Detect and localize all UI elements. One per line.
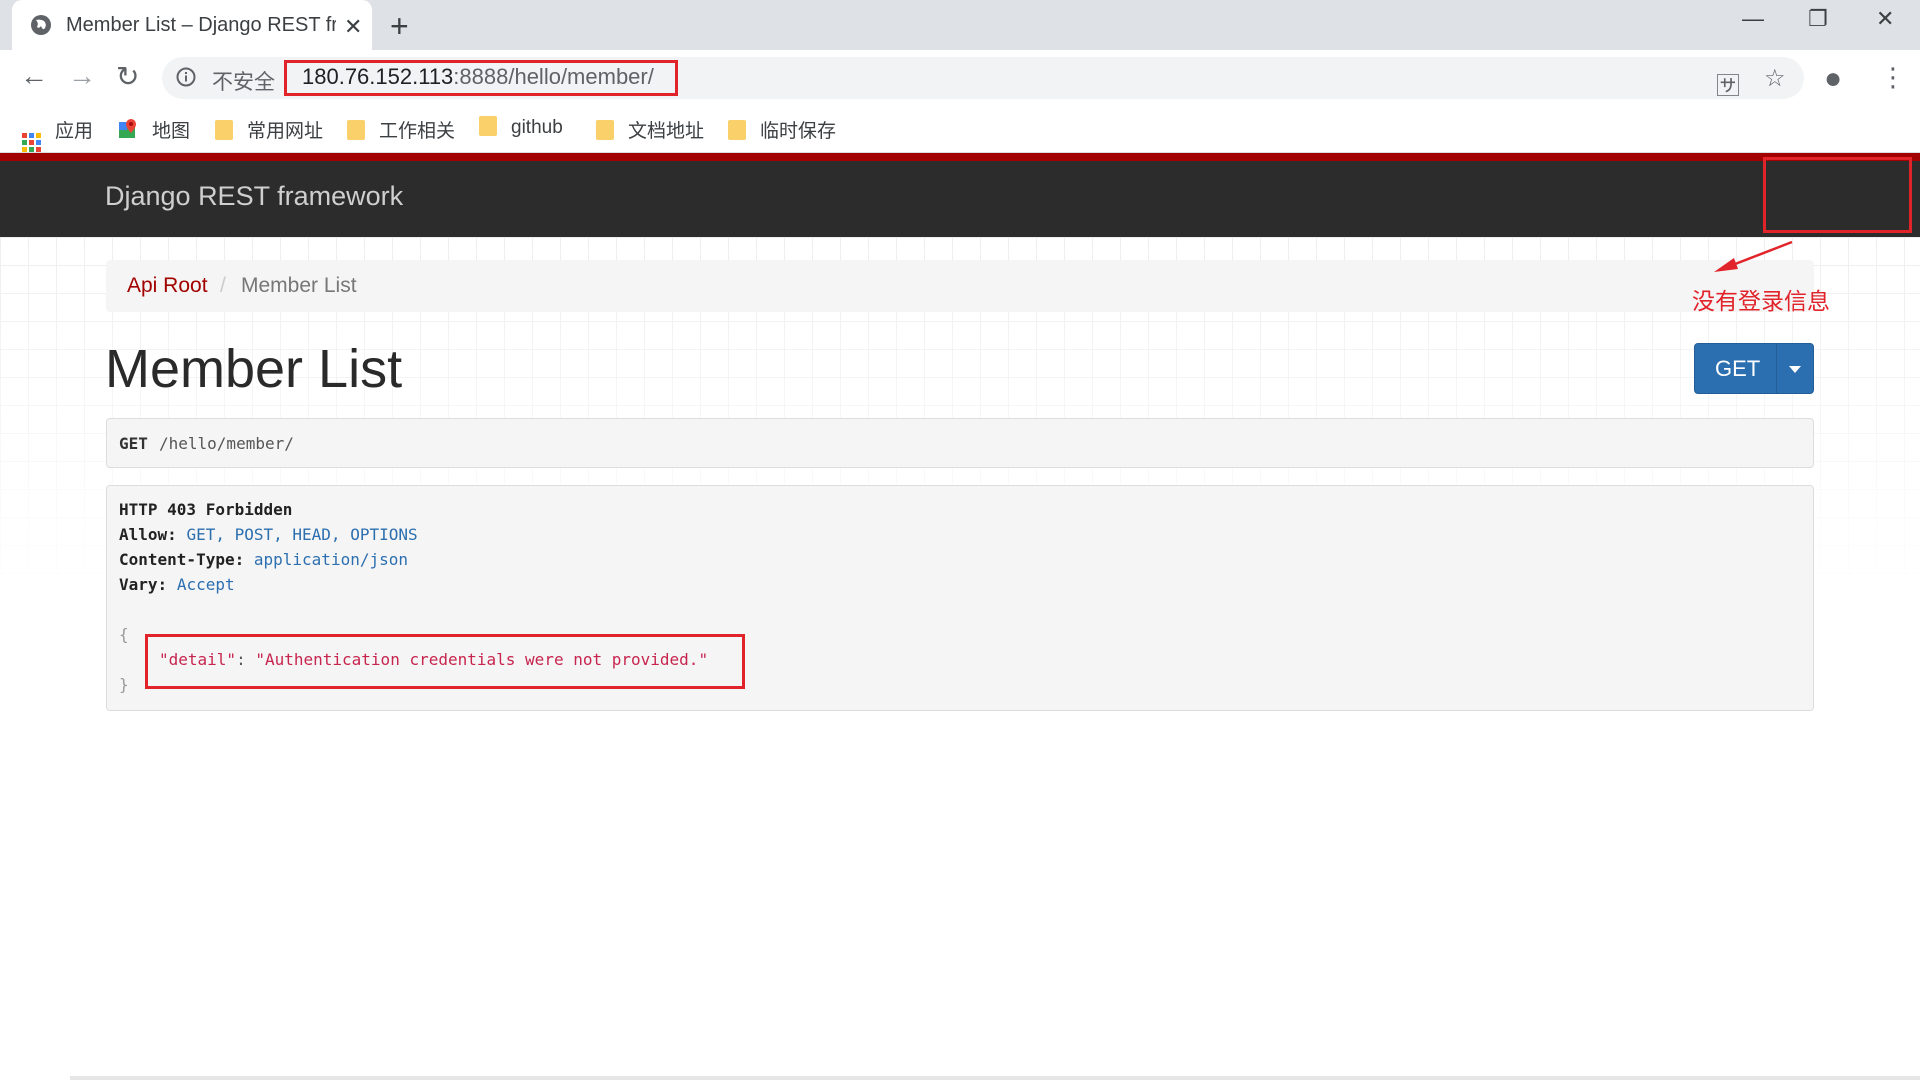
minimize-icon[interactable]: — — [1742, 6, 1764, 32]
request-path: /hello/member/ — [159, 434, 294, 453]
reload-icon[interactable]: ↻ — [116, 60, 139, 93]
bookmark-label: github — [511, 117, 563, 138]
folder-icon — [479, 116, 497, 136]
url-text[interactable]: 180.76.152.113:8888/hello/member/ — [302, 64, 654, 90]
breadcrumb-current: Member List — [241, 274, 357, 297]
bookmark-label: 临时保存 — [760, 121, 837, 142]
header-line: Allow: GET, POST, HEAD, OPTIONS — [119, 525, 418, 544]
new-tab-icon[interactable]: + — [390, 8, 409, 45]
url-host: 180.76.152.113 — [302, 64, 454, 89]
bookmarks-bar: 应用 地图 常用网址 工作相关 github 文档地址 临时保存 — [0, 108, 1920, 153]
detail-highlight-box — [145, 634, 745, 689]
annotation-note: 没有登录信息 — [1692, 289, 1830, 315]
open-brace: { — [119, 625, 129, 644]
bookmark-folder[interactable]: 常用网址 — [215, 116, 323, 144]
page-title: Member List — [105, 339, 403, 399]
response-status: HTTP 403 Forbidden — [119, 500, 292, 519]
bookmark-folder[interactable]: 文档地址 — [596, 116, 704, 144]
navbar: Django REST framework — [0, 161, 1920, 237]
get-button-label: GET — [1715, 356, 1761, 381]
horizontal-scrollbar[interactable] — [70, 1076, 1920, 1080]
tab-title: Member List – Django REST framework — [66, 14, 336, 36]
window-close-icon[interactable]: ✕ — [1876, 6, 1894, 32]
folder-icon — [215, 120, 233, 140]
login-area-highlight-box — [1763, 157, 1912, 233]
breadcrumb: Api Root / Member List — [106, 260, 1814, 312]
get-button[interactable]: GET — [1694, 343, 1814, 394]
folder-icon — [728, 120, 746, 140]
header-value: application/json — [253, 550, 408, 569]
request-method: GET — [119, 434, 148, 453]
header-value: Accept — [176, 575, 235, 594]
caret-down-icon[interactable] — [1789, 366, 1801, 373]
header-line: Content-Type: application/json — [119, 550, 408, 569]
breadcrumb-api-root[interactable]: Api Root — [127, 274, 208, 298]
header-value: GET, POST, HEAD, OPTIONS — [186, 525, 418, 544]
bookmark-folder[interactable]: github — [479, 116, 563, 144]
bookmark-folder[interactable]: 临时保存 — [728, 116, 836, 144]
header-name: Vary: — [119, 575, 168, 594]
bookmark-label: 地图 — [152, 121, 191, 142]
folder-icon — [347, 120, 365, 140]
breadcrumb-separator: / — [220, 274, 226, 297]
security-label: 不安全 — [212, 71, 275, 94]
bookmark-label: 文档地址 — [628, 121, 705, 142]
bookmark-star-icon[interactable]: ☆ — [1764, 64, 1786, 93]
tab-strip: Member List – Django REST framework ✕ + … — [0, 0, 1920, 50]
maps-icon — [119, 119, 136, 138]
apps-icon — [22, 133, 41, 152]
folder-icon — [596, 120, 614, 140]
browser-tab[interactable]: Member List – Django REST framework ✕ — [12, 0, 372, 50]
close-brace: } — [119, 675, 129, 694]
bookmark-label: 应用 — [55, 121, 94, 142]
menu-icon[interactable]: ⋮ — [1880, 62, 1906, 93]
bookmark-folder[interactable]: 工作相关 — [347, 116, 455, 144]
bookmark-label: 常用网址 — [247, 121, 324, 142]
annotation-arrow-icon — [1714, 240, 1793, 272]
header-name: Content-Type: — [119, 550, 245, 569]
header-line: Vary: Accept — [119, 575, 235, 594]
forward-icon[interactable]: → — [68, 60, 96, 92]
restore-icon[interactable]: ❐ — [1808, 6, 1828, 32]
translate-icon[interactable]: 🈂 — [1716, 66, 1740, 101]
status-line: HTTP 403 Forbidden — [119, 500, 293, 519]
close-tab-icon[interactable]: ✕ — [344, 14, 362, 40]
url-path: :8888/hello/member/ — [453, 64, 654, 89]
button-divider — [1776, 344, 1777, 393]
info-icon[interactable] — [176, 67, 196, 87]
bookmark-apps[interactable]: 应用 — [22, 116, 94, 152]
brand-link[interactable]: Django REST framework — [105, 181, 403, 212]
header-name: Allow: — [119, 525, 177, 544]
bookmark-maps[interactable]: 地图 — [118, 116, 190, 144]
globe-icon — [31, 15, 51, 35]
bookmark-label: 工作相关 — [379, 121, 456, 142]
request-info: GET /hello/member/ — [106, 418, 1814, 468]
profile-icon[interactable]: ● — [1824, 62, 1842, 96]
accent-bar — [0, 153, 1920, 161]
back-icon[interactable]: ← — [20, 60, 48, 92]
